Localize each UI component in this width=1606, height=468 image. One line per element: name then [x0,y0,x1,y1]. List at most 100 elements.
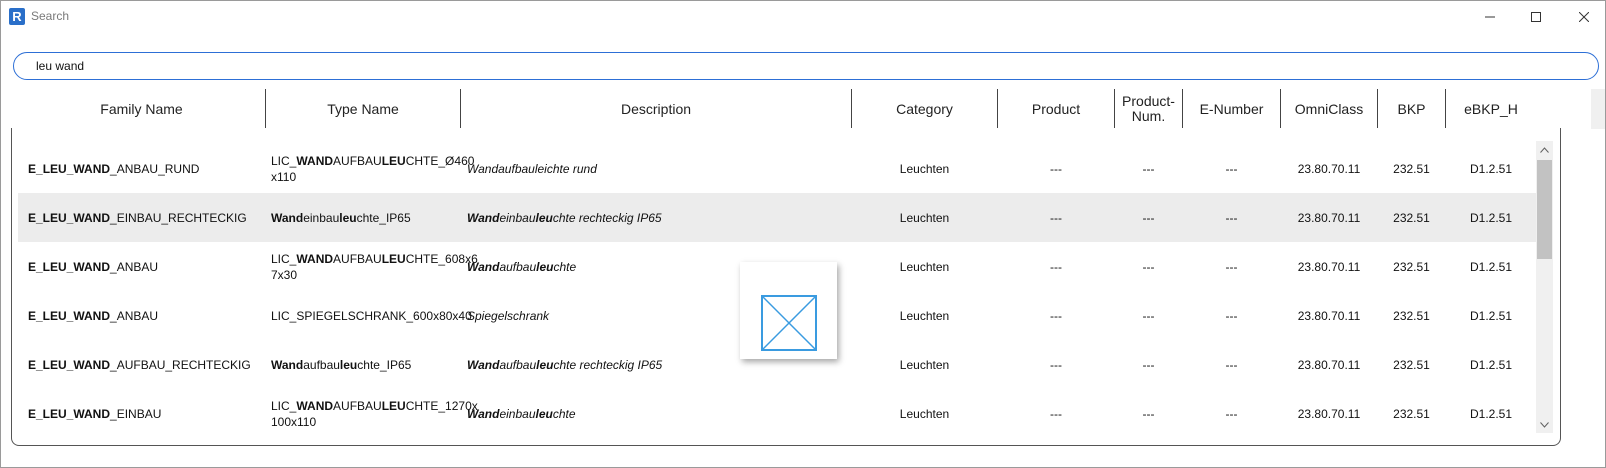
cell-text-segment: chte rechteckig IP65 [552,210,662,225]
table-row[interactable]: E_LEU_WAND_ANBAU_RUND LIC_WANDAUFBAULEUCH… [18,144,1536,193]
cell-text-segment: _ANBAU_RUND [110,161,200,176]
table-row[interactable]: E_LEU_WAND_EINBAU LIC_WANDAUFBAULEUCHTE_1… [18,389,1536,438]
cell-text-segment: _EINBAU_RECHTECKIG [110,210,247,225]
cell-e-number: --- [1225,259,1238,274]
cell-text-segment: LIC_SPIEGELSCHRANK_600x80x40 [271,308,472,323]
cell-omniclass: 23.80.70.11 [1297,308,1361,323]
cell-text-segment: AUFBAU [333,251,382,266]
cell-text-segment: LIC_ [271,153,297,168]
header-scroll-strip [1591,89,1605,129]
cell-product: --- [1050,308,1062,323]
window-title: Search [31,9,70,23]
cell-text-segment: WAND [73,161,111,176]
column-header-ebkp-h[interactable]: eBKP_H [1446,89,1536,129]
cell-text-segment: aufbau [303,357,340,372]
cell-text-segment: Wand [467,406,500,421]
cell-bkp: 232.51 [1393,308,1430,323]
cell-text-segment: chte [552,406,576,421]
cell-text-segment: x110 [271,169,297,184]
cell-family-name: E_LEU_WAND_EINBAU_RECHTECKIG [28,193,268,242]
cell-text-segment: Wand [467,259,500,274]
cell-family-name: E_LEU_WAND_ANBAU_RUND [28,144,268,193]
scroll-up-button[interactable] [1536,141,1553,158]
cell-text-segment: leu [536,259,554,274]
cell-text-segment: leu [536,357,554,372]
cell-text-segment: CHTE_Ø460 [405,153,475,168]
cell-text-segment: _ANBAU [110,308,159,323]
cell-ebkp-h: D1.2.51 [1469,308,1513,323]
column-header-category[interactable]: Category [852,89,997,129]
chevron-down-icon [1540,421,1549,428]
column-header-omniclass[interactable]: OmniClass [1281,89,1377,129]
cell-family-name: E_LEU_WAND_ANBAU [28,242,268,291]
cell-product: --- [1050,259,1062,274]
cell-omniclass: 23.80.70.11 [1297,406,1361,421]
cell-text-segment: aufbau [499,259,537,274]
scroll-thumb[interactable] [1537,160,1552,259]
cell-text-segment: _ANBAU [110,259,159,274]
cell-text-segment: Wand [467,210,500,225]
cell-omniclass: 23.80.70.11 [1297,357,1361,372]
cell-text-segment: E_LEU_WAND [28,210,111,225]
cell-text-segment: Wand [271,357,304,372]
cell-bkp: 232.51 [1393,259,1430,274]
minimize-button[interactable] [1467,1,1513,33]
cell-text-segment: E_LEU_WAND [28,308,111,323]
cell-text-segment: chte [553,259,577,274]
cell-bkp: 232.51 [1393,357,1430,372]
cell-text-segment: leu [535,406,553,421]
cell-text-segment: einbau [303,210,340,225]
cell-e-number: --- [1225,308,1238,323]
cell-type-name: LIC_SPIEGELSCHRANK_600x80x40 [271,291,472,340]
cell-text-segment: Wand [467,357,500,372]
cell-text-segment: AUFBAU [333,398,382,413]
column-header-family-name[interactable]: Family Name [18,89,265,129]
cell-type-name: Wandeinbauleuchte_IP65 [271,193,463,242]
title-bar: R Search [1,1,1605,33]
cell-text-segment: chte_IP65 [356,210,411,225]
table-row[interactable]: E_LEU_WAND_EINBAU_RECHTECKIG Wandeinbaule… [18,193,1536,242]
cell-omniclass: 23.80.70.11 [1297,259,1361,274]
cell-text-segment: LIC_ [271,251,297,266]
cell-omniclass: 23.80.70.11 [1297,210,1361,225]
cell-family-name: E_LEU_WAND_EINBAU [28,389,268,438]
cell-category: Leuchten [899,406,950,421]
cell-text-segment: leu [339,210,357,225]
cell-type-name: LIC_WANDAUFBAULEUCHTE_1270x 100x110 [271,389,478,438]
cell-text-segment: 7x30 [271,267,298,282]
cell-category: Leuchten [899,259,950,274]
close-button[interactable] [1561,1,1606,33]
cell-text-segment: einbau [499,406,536,421]
cell-text-segment: WAND [296,251,334,266]
cell-family-name: E_LEU_WAND_ANBAU [28,291,268,340]
vertical-scrollbar[interactable] [1536,141,1553,433]
scroll-down-button[interactable] [1536,416,1553,433]
missing-preview-icon [761,295,817,351]
column-header-product[interactable]: Product [998,89,1114,129]
cell-ebkp-h: D1.2.51 [1469,259,1513,274]
cell-ebkp-h: D1.2.51 [1469,161,1513,176]
cell-type-name: Wandaufbauleuchte_IP65 [271,340,463,389]
column-header-product-num[interactable]: Product- Num. [1115,89,1182,129]
search-input[interactable] [36,57,1536,75]
cell-text-segment: WAND [296,398,334,413]
cell-text-segment: LEU [381,251,406,266]
cell-text-segment: einbau [499,210,536,225]
table-header: Family Name Type Name Description Catego… [1,89,1591,129]
cell-text-segment: E_ [28,161,43,176]
cell-category: Leuchten [899,308,950,323]
cell-ebkp-h: D1.2.51 [1469,210,1513,225]
cell-description: Wandeinbauleuchte rechteckig IP65 [467,193,847,242]
cell-text-segment: 100x110 [271,414,317,429]
column-header-type-name[interactable]: Type Name [266,89,460,129]
column-header-bkp[interactable]: BKP [1378,89,1445,129]
column-header-e-number[interactable]: E-Number [1183,89,1280,129]
cell-text-segment: aufbau [499,357,537,372]
column-header-description[interactable]: Description [461,89,851,129]
maximize-button[interactable] [1513,1,1559,33]
cell-product: --- [1050,161,1062,176]
search-box[interactable] [13,52,1599,80]
cell-bkp: 232.51 [1393,161,1430,176]
cell-text-segment: Wand [271,210,304,225]
preview-thumbnail [740,262,837,359]
